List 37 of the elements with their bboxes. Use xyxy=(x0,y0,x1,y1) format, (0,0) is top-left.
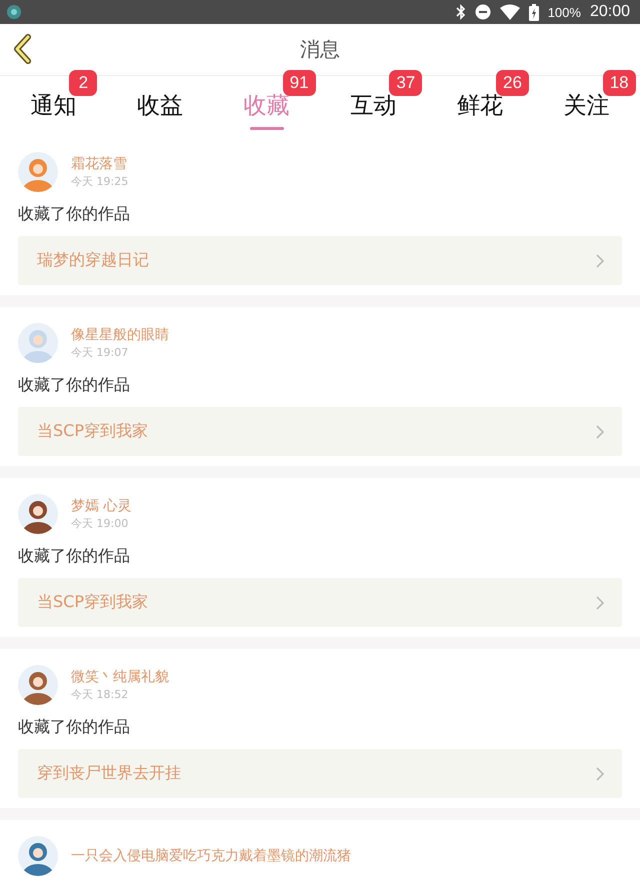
battery-icon xyxy=(528,4,539,20)
message-text: 收藏了你的作品 xyxy=(18,204,131,225)
work-link[interactable]: 穿到丧尸世界去开挂 xyxy=(18,749,622,798)
user-name[interactable]: 霜花落雪 xyxy=(71,155,128,173)
count-badge: 18 xyxy=(602,70,636,96)
work-link[interactable]: 瑞梦的穿越日记 xyxy=(18,236,622,285)
user-name[interactable]: 微笑丶纯属礼貌 xyxy=(71,668,169,686)
user-name[interactable]: 像星星般的眼睛 xyxy=(71,326,169,344)
count-badge: 2 xyxy=(69,70,98,96)
tab-indicator xyxy=(250,127,284,130)
message-text: 收藏了你的作品 xyxy=(18,375,131,396)
user-name[interactable]: 一只会入侵电脑爱吃巧克力戴着墨镜的潮流猪 xyxy=(71,847,351,865)
bluetooth-icon xyxy=(456,4,466,20)
tab[interactable]: 收益 xyxy=(137,76,183,120)
count-badge: 91 xyxy=(282,70,316,96)
page-title: 消息 xyxy=(300,36,340,63)
app-icon xyxy=(6,4,22,20)
back-icon[interactable] xyxy=(12,34,32,64)
timestamp: 今天 19:00 xyxy=(71,516,130,531)
chevron-right-icon xyxy=(596,254,604,268)
work-link[interactable]: 当SCP穿到我家 xyxy=(18,578,622,627)
user-name[interactable]: 梦嫣 心灵 xyxy=(71,497,132,515)
timestamp: 今天 19:25 xyxy=(71,174,128,189)
message-text: 收藏了你的作品 xyxy=(18,546,131,567)
chevron-right-icon xyxy=(596,424,604,438)
battery-level: 100% xyxy=(548,4,581,20)
chevron-right-icon xyxy=(596,766,604,780)
clock: 20:00 xyxy=(590,3,630,21)
message-text: 收藏了你的作品 xyxy=(18,717,131,738)
count-badge: 37 xyxy=(389,70,422,96)
work-link[interactable]: 当SCP穿到我家 xyxy=(18,407,622,456)
timestamp: 今天 19:07 xyxy=(71,345,130,360)
timestamp: 今天 18:52 xyxy=(71,687,130,702)
count-badge: 26 xyxy=(496,70,529,96)
do-not-disturb-icon xyxy=(474,4,491,20)
wifi-icon xyxy=(500,4,520,20)
chevron-right-icon xyxy=(596,596,604,610)
